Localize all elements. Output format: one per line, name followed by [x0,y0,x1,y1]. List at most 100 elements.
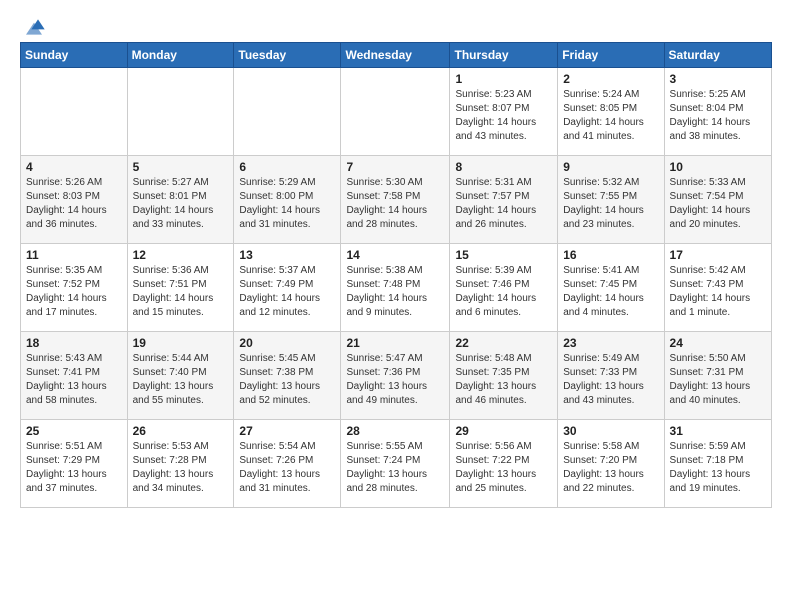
day-number: 31 [670,424,766,438]
calendar-cell: 31 Sunrise: 5:59 AM Sunset: 7:18 PM Dayli… [664,420,771,508]
day-number: 29 [455,424,552,438]
day-number: 2 [563,72,658,86]
day-info: Sunrise: 5:59 AM Sunset: 7:18 PM Dayligh… [670,440,766,496]
calendar-cell: 3Sunrise: 5:25 AM Sunset: 8:04 PM Daylig… [664,68,771,156]
calendar-cell: 20Sunrise: 5:45 AM Sunset: 7:38 PM Dayli… [234,332,341,420]
day-info: Sunrise: 5:27 AM Sunset: 8:01 PM Dayligh… [133,176,229,232]
day-number: 24 [670,336,766,350]
day-number: 28 [346,424,444,438]
calendar-cell: 17Sunrise: 5:42 AM Sunset: 7:43 PM Dayli… [664,244,771,332]
day-number: 12 [133,248,229,262]
calendar-cell: 29 Sunrise: 5:56 AM Sunset: 7:22 PM Dayli… [450,420,558,508]
day-number: 8 [455,160,552,174]
day-info: Sunrise: 5:30 AM Sunset: 7:58 PM Dayligh… [346,176,444,232]
day-info: Sunrise: 5:36 AM Sunset: 7:51 PM Dayligh… [133,264,229,320]
calendar-cell: 5 Sunrise: 5:27 AM Sunset: 8:01 PM Daylig… [127,156,234,244]
column-header-wednesday: Wednesday [341,43,450,68]
calendar-cell: 16Sunrise: 5:41 AM Sunset: 7:45 PM Dayli… [558,244,664,332]
calendar-cell [341,68,450,156]
day-number: 16 [563,248,658,262]
day-info: Sunrise: 5:31 AM Sunset: 7:57 PM Dayligh… [455,176,552,232]
day-info: Sunrise: 5:26 AM Sunset: 8:03 PM Dayligh… [26,176,122,232]
column-header-tuesday: Tuesday [234,43,341,68]
day-number: 19 [133,336,229,350]
calendar-cell: 26Sunrise: 5:53 AM Sunset: 7:28 PM Dayli… [127,420,234,508]
calendar-cell: 27 Sunrise: 5:54 AM Sunset: 7:26 PM Dayli… [234,420,341,508]
calendar-cell: 22 Sunrise: 5:48 AM Sunset: 7:35 PM Dayli… [450,332,558,420]
day-number: 11 [26,248,122,262]
column-header-saturday: Saturday [664,43,771,68]
calendar-cell [127,68,234,156]
day-number: 9 [563,160,658,174]
day-number: 23 [563,336,658,350]
day-info: Sunrise: 5:33 AM Sunset: 7:54 PM Dayligh… [670,176,766,232]
day-info: Sunrise: 5:50 AM Sunset: 7:31 PM Dayligh… [670,352,766,408]
day-info: Sunrise: 5:56 AM Sunset: 7:22 PM Dayligh… [455,440,552,496]
column-header-friday: Friday [558,43,664,68]
calendar-cell: 8 Sunrise: 5:31 AM Sunset: 7:57 PM Daylig… [450,156,558,244]
calendar-cell: 2 Sunrise: 5:24 AM Sunset: 8:05 PM Daylig… [558,68,664,156]
calendar-cell: 28Sunrise: 5:55 AM Sunset: 7:24 PM Dayli… [341,420,450,508]
day-number: 13 [239,248,335,262]
calendar-cell: 24 Sunrise: 5:50 AM Sunset: 7:31 PM Dayli… [664,332,771,420]
day-number: 7 [346,160,444,174]
calendar-cell: 21 Sunrise: 5:47 AM Sunset: 7:36 PM Dayli… [341,332,450,420]
day-info: Sunrise: 5:35 AM Sunset: 7:52 PM Dayligh… [26,264,122,320]
calendar-cell: 30 Sunrise: 5:58 AM Sunset: 7:20 PM Dayli… [558,420,664,508]
day-info: Sunrise: 5:44 AM Sunset: 7:40 PM Dayligh… [133,352,229,408]
calendar-cell: 12 Sunrise: 5:36 AM Sunset: 7:51 PM Dayli… [127,244,234,332]
calendar-cell [234,68,341,156]
day-number: 21 [346,336,444,350]
day-number: 26 [133,424,229,438]
day-number: 30 [563,424,658,438]
calendar-cell: 13 Sunrise: 5:37 AM Sunset: 7:49 PM Dayli… [234,244,341,332]
day-info: Sunrise: 5:23 AM Sunset: 8:07 PM Dayligh… [455,88,552,144]
day-info: Sunrise: 5:24 AM Sunset: 8:05 PM Dayligh… [563,88,658,144]
day-info: Sunrise: 5:54 AM Sunset: 7:26 PM Dayligh… [239,440,335,496]
day-info: Sunrise: 5:47 AM Sunset: 7:36 PM Dayligh… [346,352,444,408]
calendar-cell: 9 Sunrise: 5:32 AM Sunset: 7:55 PM Daylig… [558,156,664,244]
calendar-table: SundayMondayTuesdayWednesdayThursdayFrid… [20,42,772,508]
calendar-header-row: SundayMondayTuesdayWednesdayThursdayFrid… [21,43,772,68]
calendar-cell [21,68,128,156]
day-number: 22 [455,336,552,350]
calendar-cell: 25Sunrise: 5:51 AM Sunset: 7:29 PM Dayli… [21,420,128,508]
day-info: Sunrise: 5:48 AM Sunset: 7:35 PM Dayligh… [455,352,552,408]
day-info: Sunrise: 5:58 AM Sunset: 7:20 PM Dayligh… [563,440,658,496]
calendar-cell: 7 Sunrise: 5:30 AM Sunset: 7:58 PM Daylig… [341,156,450,244]
column-header-thursday: Thursday [450,43,558,68]
day-info: Sunrise: 5:29 AM Sunset: 8:00 PM Dayligh… [239,176,335,232]
calendar-cell: 10Sunrise: 5:33 AM Sunset: 7:54 PM Dayli… [664,156,771,244]
column-header-sunday: Sunday [21,43,128,68]
column-header-monday: Monday [127,43,234,68]
calendar-week-row: 11 Sunrise: 5:35 AM Sunset: 7:52 PM Dayli… [21,244,772,332]
day-info: Sunrise: 5:25 AM Sunset: 8:04 PM Dayligh… [670,88,766,144]
day-info: Sunrise: 5:38 AM Sunset: 7:48 PM Dayligh… [346,264,444,320]
day-info: Sunrise: 5:32 AM Sunset: 7:55 PM Dayligh… [563,176,658,232]
day-number: 27 [239,424,335,438]
day-number: 18 [26,336,122,350]
day-number: 20 [239,336,335,350]
day-number: 4 [26,160,122,174]
day-number: 5 [133,160,229,174]
calendar-cell: 23 Sunrise: 5:49 AM Sunset: 7:33 PM Dayli… [558,332,664,420]
day-info: Sunrise: 5:37 AM Sunset: 7:49 PM Dayligh… [239,264,335,320]
day-info: Sunrise: 5:49 AM Sunset: 7:33 PM Dayligh… [563,352,658,408]
day-number: 25 [26,424,122,438]
day-number: 15 [455,248,552,262]
logo-icon [26,16,46,36]
calendar-cell: 18 Sunrise: 5:43 AM Sunset: 7:41 PM Dayli… [21,332,128,420]
page-header [20,16,772,36]
calendar-cell: 19 Sunrise: 5:44 AM Sunset: 7:40 PM Dayli… [127,332,234,420]
calendar-cell: 6 Sunrise: 5:29 AM Sunset: 8:00 PM Daylig… [234,156,341,244]
day-number: 17 [670,248,766,262]
calendar-cell: 1Sunrise: 5:23 AM Sunset: 8:07 PM Daylig… [450,68,558,156]
day-number: 6 [239,160,335,174]
calendar-cell: 4 Sunrise: 5:26 AM Sunset: 8:03 PM Daylig… [21,156,128,244]
calendar-cell: 15Sunrise: 5:39 AM Sunset: 7:46 PM Dayli… [450,244,558,332]
day-info: Sunrise: 5:43 AM Sunset: 7:41 PM Dayligh… [26,352,122,408]
calendar-week-row: 25Sunrise: 5:51 AM Sunset: 7:29 PM Dayli… [21,420,772,508]
calendar-week-row: 1Sunrise: 5:23 AM Sunset: 8:07 PM Daylig… [21,68,772,156]
day-number: 14 [346,248,444,262]
calendar-cell: 14 Sunrise: 5:38 AM Sunset: 7:48 PM Dayli… [341,244,450,332]
